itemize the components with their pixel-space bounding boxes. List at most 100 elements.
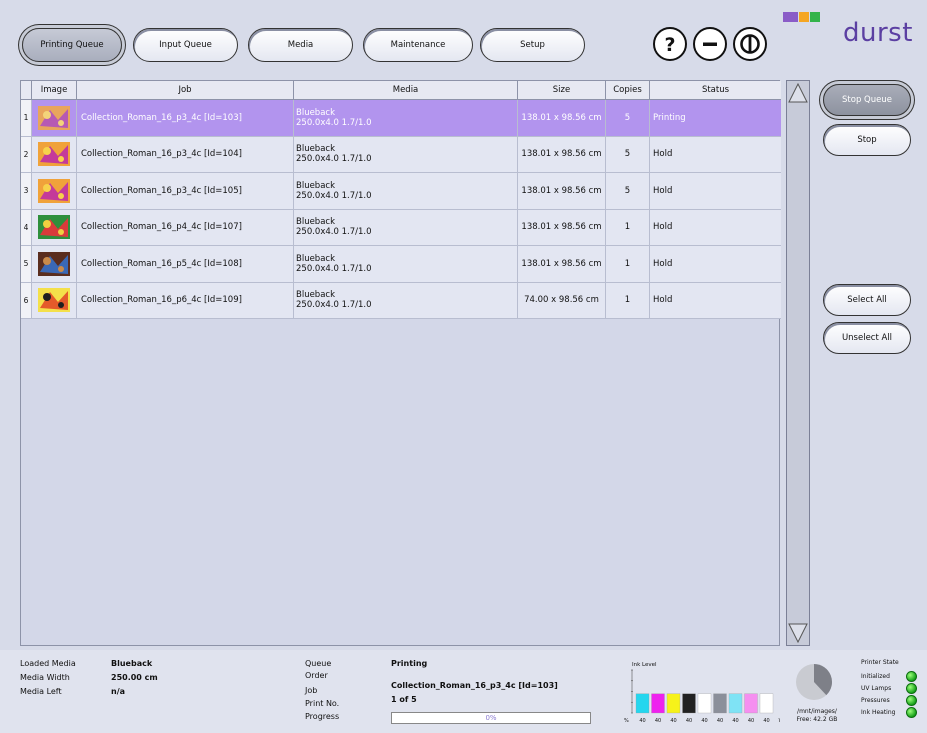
row-job: Collection_Roman_16_p5_4c [Id=108] xyxy=(77,246,294,282)
ink-bar-label: 40 xyxy=(748,718,754,724)
row-status: Hold xyxy=(653,258,673,269)
row-media-name: Blueback xyxy=(296,217,336,228)
ink-unit-label: % xyxy=(624,718,629,724)
ink-bar-label: 40 xyxy=(717,718,723,724)
job-label: Job xyxy=(305,686,318,695)
header-media[interactable]: Media xyxy=(294,81,518,99)
header-status[interactable]: Status xyxy=(650,81,781,99)
ink-bar-label: 40 xyxy=(732,718,738,724)
row-job: Collection_Roman_16_p4_4c [Id=107] xyxy=(77,209,294,245)
row-status: Hold xyxy=(653,295,673,306)
header-copies[interactable]: Copies xyxy=(606,81,650,99)
ink-bar xyxy=(666,693,681,714)
row-media-name: Blueback xyxy=(296,107,336,118)
help-icon[interactable]: ? xyxy=(653,27,687,61)
row-copies: 1 xyxy=(606,209,650,245)
table-row[interactable]: 5 Collection_Roman_16_p5_4c [Id=108] Blueb… xyxy=(21,246,781,283)
table-row[interactable]: 2 Collection_Roman_16_p3_4c [Id=104] Blueb… xyxy=(21,136,781,173)
logo-bar-green xyxy=(810,12,820,22)
row-thumbnail xyxy=(32,246,77,282)
print-no-label: Print No. xyxy=(305,699,340,708)
media-width-label: Media Width xyxy=(20,673,70,682)
disk-usage-pie xyxy=(796,664,832,700)
table-row[interactable]: 3 Collection_Roman_16_p3_4c [Id=105] Blueb… xyxy=(21,173,781,210)
ink-bar-label: 40 xyxy=(763,718,769,724)
row-number: 2 xyxy=(21,136,32,172)
button-label: Stop Queue xyxy=(842,95,892,105)
logo-bar-purple xyxy=(783,12,798,22)
stop-queue-button[interactable]: Stop Queue xyxy=(823,84,911,116)
table-row[interactable]: 4 Collection_Roman_16_p4_4c [Id=107] Blueb… xyxy=(21,209,781,246)
row-media-spec: 250.0x4.0 1.7/1.0 xyxy=(296,300,372,311)
row-thumbnail xyxy=(32,173,77,209)
print-queue-table: Image Job Media Size Copies Status 1 Coll… xyxy=(20,80,781,646)
nav-tab-label: Printing Queue xyxy=(40,40,104,50)
header-size[interactable]: Size xyxy=(518,81,606,99)
ink-level-title: Ink Level xyxy=(632,662,657,668)
row-job: Collection_Roman_16_p3_4c [Id=105] xyxy=(77,173,294,209)
state-ink-heating-label: Ink Heating xyxy=(861,709,896,716)
row-status: Printing xyxy=(653,112,686,123)
row-number: 4 xyxy=(21,209,32,245)
nav-tab-label: Maintenance xyxy=(390,40,446,50)
row-job: Collection_Roman_16_p3_4c [Id=103] xyxy=(77,100,294,136)
scroll-down-arrow xyxy=(788,623,808,644)
loaded-media-value: Blueback xyxy=(111,659,153,668)
header-image[interactable]: Image xyxy=(32,81,77,99)
table-row[interactable]: 6 Collection_Roman_16_p6_4c [Id=109] Blueb… xyxy=(21,282,781,319)
nav-tab-maintenance[interactable]: Maintenance xyxy=(363,28,473,62)
row-media-spec: 250.0x4.0 1.7/1.0 xyxy=(296,227,372,238)
power-icon[interactable] xyxy=(733,27,767,61)
state-initialized-led xyxy=(906,671,917,682)
ink-bar xyxy=(651,693,665,714)
button-label: Select All xyxy=(847,295,887,305)
row-size: 74.00 x 98.56 cm xyxy=(518,282,606,318)
state-ink-heating-led xyxy=(906,707,917,718)
stop-button[interactable]: Stop xyxy=(823,124,911,156)
ink-bar xyxy=(728,693,743,714)
row-size: 138.01 x 98.56 cm xyxy=(518,136,606,172)
minimize-icon[interactable] xyxy=(693,27,727,61)
unselect-all-button[interactable]: Unselect All xyxy=(823,322,911,354)
table-header: Image Job Media Size Copies Status xyxy=(21,81,781,100)
ink-bar xyxy=(744,693,758,714)
row-number: 5 xyxy=(21,246,32,282)
state-uv-lamps-label: UV Lamps xyxy=(861,685,892,692)
row-media: Blueback 250.0x4.0 1.7/1.0 xyxy=(294,282,518,318)
ink-bar-label: 40 xyxy=(686,718,692,724)
job-value: Collection_Roman_16_p3_4c [Id=103] xyxy=(391,681,558,690)
row-copies: 5 xyxy=(606,136,650,172)
row-media-spec: 250.0x4.0 1.7/1.0 xyxy=(296,263,372,274)
progress-label: Progress xyxy=(305,712,340,721)
job-thumbnail-image xyxy=(38,105,70,130)
table-row[interactable]: 1 Collection_Roman_16_p3_4c [Id=103] Blueb… xyxy=(21,100,781,137)
media-left-label: Media Left xyxy=(20,687,62,696)
state-uv-lamps-led xyxy=(906,683,917,694)
row-media: Blueback 250.0x4.0 1.7/1.0 xyxy=(294,173,518,209)
row-copies: 1 xyxy=(606,246,650,282)
job-thumbnail-image xyxy=(38,142,70,167)
ink-level-chart: Ink Level% 40 40 40 40 40 40 40 40 40 W xyxy=(624,662,780,724)
printer-state-title: Printer State xyxy=(861,659,899,666)
job-thumbnail-image xyxy=(38,251,70,276)
button-label: Unselect All xyxy=(841,333,893,343)
row-thumbnail xyxy=(32,136,77,172)
row-status: Hold xyxy=(653,222,673,233)
state-initialized-label: Initialized xyxy=(861,673,890,680)
row-size: 138.01 x 98.56 cm xyxy=(518,100,606,136)
ink-bar xyxy=(713,693,727,714)
row-thumbnail xyxy=(32,100,77,136)
nav-tab-input-queue[interactable]: Input Queue xyxy=(133,28,238,62)
nav-tab-printing-queue[interactable]: Printing Queue xyxy=(22,28,122,62)
select-all-button[interactable]: Select All xyxy=(823,284,911,316)
nav-tab-setup[interactable]: Setup xyxy=(480,28,585,62)
job-thumbnail-image xyxy=(38,288,70,313)
disk-path: /mnt/images/ xyxy=(797,708,837,715)
header-job[interactable]: Job xyxy=(77,81,294,99)
state-pressures-led xyxy=(906,695,917,706)
table-scrollbar[interactable] xyxy=(786,80,810,646)
ink-bar xyxy=(635,693,650,714)
row-copies: 1 xyxy=(606,282,650,318)
nav-tab-media[interactable]: Media xyxy=(248,28,353,62)
row-number: 6 xyxy=(21,282,32,318)
